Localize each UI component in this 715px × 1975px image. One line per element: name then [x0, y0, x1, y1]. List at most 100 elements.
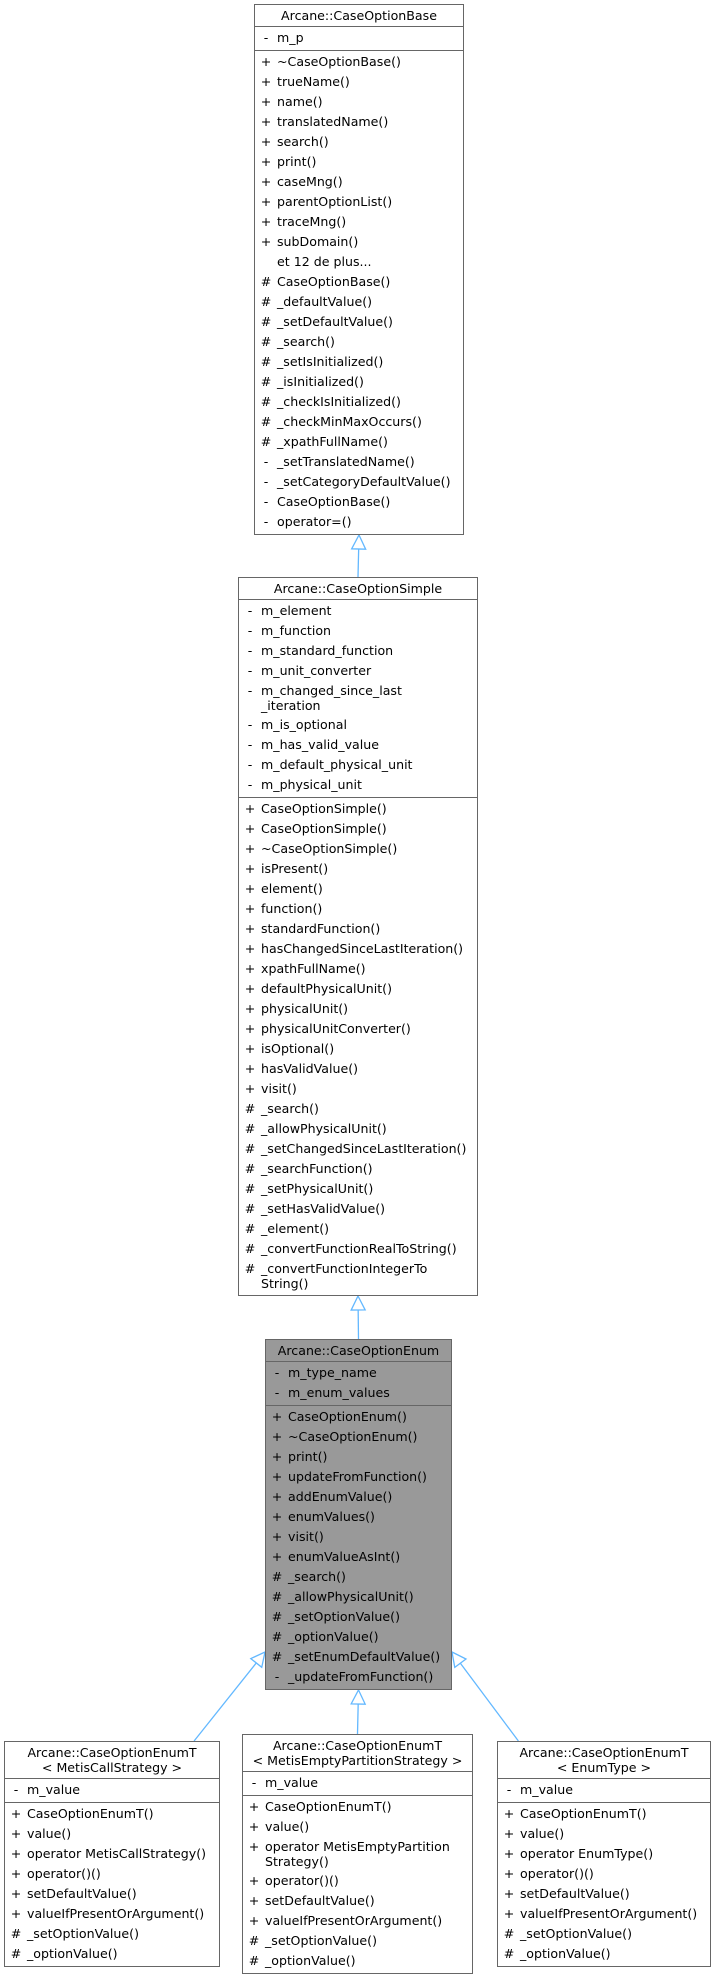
class-method[interactable]: - _setTranslatedName() — [255, 452, 463, 472]
class-method[interactable]: - operator=() — [255, 512, 463, 532]
class-method[interactable]: # _setOptionValue() — [243, 1931, 472, 1951]
class-method[interactable]: + operator MetisCallStrategy() — [5, 1844, 219, 1864]
class-method[interactable]: + xpathFullName() — [239, 959, 477, 979]
class-method[interactable]: # _xpathFullName() — [255, 432, 463, 452]
class-method[interactable]: + value() — [498, 1824, 710, 1844]
class-method[interactable]: + CaseOptionEnumT() — [5, 1804, 219, 1824]
class-method[interactable]: # CaseOptionBase() — [255, 272, 463, 292]
class-method[interactable]: + value() — [243, 1817, 472, 1837]
class-method[interactable]: + CaseOptionSimple() — [239, 819, 477, 839]
class-box-caseoptionenumt-enumtype[interactable]: Arcane::CaseOptionEnumT < EnumType > - m_v… — [497, 1741, 711, 1967]
class-method[interactable]: + print() — [255, 152, 463, 172]
class-method[interactable]: + valueIfPresentOrArgument() — [498, 1904, 710, 1924]
class-attribute[interactable]: - m_unit_converter — [239, 661, 477, 681]
class-method[interactable]: + physicalUnitConverter() — [239, 1019, 477, 1039]
class-box-caseoptionbase[interactable]: Arcane::CaseOptionBase - m_p + ~CaseOptionBa… — [254, 4, 464, 535]
class-method[interactable]: + setDefaultValue() — [5, 1884, 219, 1904]
class-attribute[interactable]: - m_changed_since_last _iteration — [239, 681, 477, 715]
class-method[interactable]: # _allowPhysicalUnit() — [239, 1119, 477, 1139]
class-method[interactable]: + isOptional() — [239, 1039, 477, 1059]
class-method[interactable]: - _setCategoryDefaultValue() — [255, 472, 463, 492]
class-method[interactable]: + updateFromFunction() — [266, 1467, 451, 1487]
class-attribute[interactable]: - m_physical_unit — [239, 775, 477, 795]
class-title[interactable]: Arcane::CaseOptionEnumT < MetisEmptyPart… — [243, 1735, 472, 1772]
class-method[interactable]: + operator EnumType() — [498, 1844, 710, 1864]
class-method[interactable]: + CaseOptionSimple() — [239, 799, 477, 819]
class-method[interactable]: # _optionValue() — [266, 1627, 451, 1647]
class-method[interactable]: + operator MetisEmptyPartition Strategy() — [243, 1837, 472, 1871]
class-method[interactable]: # _setIsInitialized() — [255, 352, 463, 372]
class-method[interactable]: + element() — [239, 879, 477, 899]
class-box-caseoptionenumt-metiscallstrategy[interactable]: Arcane::CaseOptionEnumT < MetisCallStrat… — [4, 1741, 220, 1967]
class-attribute[interactable]: - m_value — [5, 1780, 219, 1800]
class-method[interactable]: + defaultPhysicalUnit() — [239, 979, 477, 999]
class-method[interactable]: # _setHasValidValue() — [239, 1199, 477, 1219]
class-title[interactable]: Arcane::CaseOptionBase — [255, 5, 463, 27]
class-attribute[interactable]: - m_function — [239, 621, 477, 641]
class-title[interactable]: Arcane::CaseOptionSimple — [239, 578, 477, 600]
class-method[interactable]: + CaseOptionEnumT() — [243, 1797, 472, 1817]
class-method[interactable]: # _setDefaultValue() — [255, 312, 463, 332]
class-method[interactable]: + standardFunction() — [239, 919, 477, 939]
class-method[interactable]: # _setOptionValue() — [266, 1607, 451, 1627]
class-method[interactable]: et 12 de plus... — [255, 252, 463, 272]
class-method[interactable]: + parentOptionList() — [255, 192, 463, 212]
class-method[interactable]: + CaseOptionEnum() — [266, 1407, 451, 1427]
class-method[interactable]: + translatedName() — [255, 112, 463, 132]
class-method[interactable]: - CaseOptionBase() — [255, 492, 463, 512]
class-method[interactable]: + caseMng() — [255, 172, 463, 192]
class-box-caseoptionsimple[interactable]: Arcane::CaseOptionSimple - m_element - m_fun… — [238, 577, 478, 1296]
class-method[interactable]: + ~CaseOptionBase() — [255, 52, 463, 72]
class-method[interactable]: + physicalUnit() — [239, 999, 477, 1019]
class-title[interactable]: Arcane::CaseOptionEnumT < MetisCallStrat… — [5, 1742, 219, 1779]
class-method[interactable]: + operator()() — [243, 1871, 472, 1891]
class-method[interactable]: # _optionValue() — [498, 1944, 710, 1964]
class-method[interactable]: # _setPhysicalUnit() — [239, 1179, 477, 1199]
class-method[interactable]: + valueIfPresentOrArgument() — [5, 1904, 219, 1924]
class-method[interactable]: + print() — [266, 1447, 451, 1467]
class-method[interactable]: # _checkIsInitialized() — [255, 392, 463, 412]
class-method[interactable]: + value() — [5, 1824, 219, 1844]
class-method[interactable]: # _setOptionValue() — [498, 1924, 710, 1944]
class-attribute[interactable]: - m_value — [498, 1780, 710, 1800]
class-method[interactable]: + valueIfPresentOrArgument() — [243, 1911, 472, 1931]
class-method[interactable]: + hasChangedSinceLastIteration() — [239, 939, 477, 959]
class-method[interactable]: # _setOptionValue() — [5, 1924, 219, 1944]
class-method[interactable]: # _allowPhysicalUnit() — [266, 1587, 451, 1607]
class-method[interactable]: # _setEnumDefaultValue() — [266, 1647, 451, 1667]
class-method[interactable]: + visit() — [266, 1527, 451, 1547]
class-box-caseoptionenumt-metisemptypartitionstrategy[interactable]: Arcane::CaseOptionEnumT < MetisEmptyPart… — [242, 1734, 473, 1974]
class-attribute[interactable]: - m_value — [243, 1773, 472, 1793]
class-title[interactable]: Arcane::CaseOptionEnum — [266, 1340, 451, 1362]
class-method[interactable]: + ~CaseOptionEnum() — [266, 1427, 451, 1447]
class-method[interactable]: + search() — [255, 132, 463, 152]
class-method[interactable]: # _optionValue() — [5, 1944, 219, 1964]
class-method[interactable]: + enumValueAsInt() — [266, 1547, 451, 1567]
class-title[interactable]: Arcane::CaseOptionEnumT < EnumType > — [498, 1742, 710, 1779]
class-method[interactable]: + trueName() — [255, 72, 463, 92]
class-method[interactable]: # _setChangedSinceLastIteration() — [239, 1139, 477, 1159]
class-attribute[interactable]: - m_element — [239, 601, 477, 621]
class-box-caseoptionenum[interactable]: Arcane::CaseOptionEnum - m_type_name - m_enu… — [265, 1339, 452, 1690]
class-method[interactable]: + CaseOptionEnumT() — [498, 1804, 710, 1824]
class-method[interactable]: + addEnumValue() — [266, 1487, 451, 1507]
class-method[interactable]: # _defaultValue() — [255, 292, 463, 312]
class-method[interactable]: + enumValues() — [266, 1507, 451, 1527]
class-method[interactable]: + ~CaseOptionSimple() — [239, 839, 477, 859]
class-method[interactable]: + visit() — [239, 1079, 477, 1099]
class-attribute[interactable]: - m_default_physical_unit — [239, 755, 477, 775]
class-method[interactable]: # _search() — [239, 1099, 477, 1119]
class-method[interactable]: # _search() — [266, 1567, 451, 1587]
class-method[interactable]: # _element() — [239, 1219, 477, 1239]
class-attribute[interactable]: - m_type_name — [266, 1363, 451, 1383]
class-method[interactable]: + function() — [239, 899, 477, 919]
class-method[interactable]: + operator()() — [498, 1864, 710, 1884]
class-method[interactable]: # _convertFunctionRealToString() — [239, 1239, 477, 1259]
class-method[interactable]: # _search() — [255, 332, 463, 352]
class-method[interactable]: + hasValidValue() — [239, 1059, 477, 1079]
class-method[interactable]: # _isInitialized() — [255, 372, 463, 392]
class-attribute[interactable]: - m_enum_values — [266, 1383, 451, 1403]
class-method[interactable]: + operator()() — [5, 1864, 219, 1884]
class-method[interactable]: + name() — [255, 92, 463, 112]
class-method[interactable]: + setDefaultValue() — [498, 1884, 710, 1904]
